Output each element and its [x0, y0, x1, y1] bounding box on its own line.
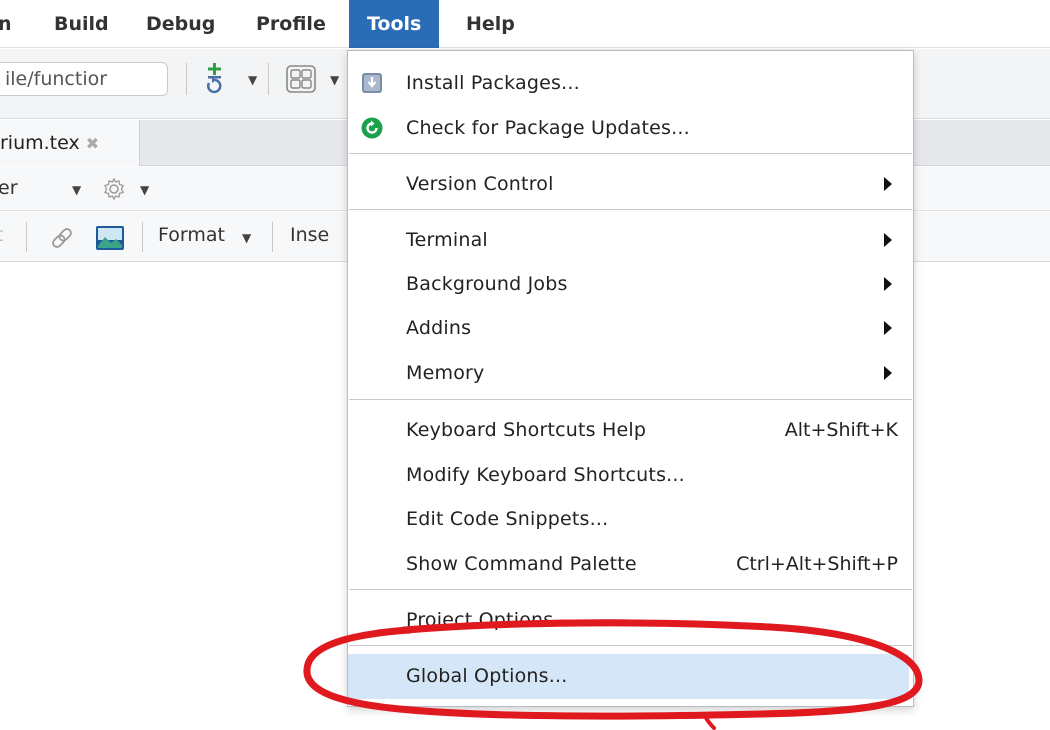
install-packages-icon	[362, 73, 382, 93]
menu-separator	[349, 209, 912, 210]
keyboard-shortcut: Ctrl+Alt+Shift+P	[736, 553, 898, 575]
submenu-arrow-icon	[884, 177, 892, 191]
package-updates-icon	[361, 117, 383, 139]
menu-item-label: Edit Code Snippets...	[406, 508, 609, 530]
menu-item-addins[interactable]: Addins	[349, 306, 912, 350]
menu-item-label: Install Packages...	[406, 72, 580, 94]
menu-item-label: Global Options...	[406, 665, 568, 687]
menu-item-label: Terminal	[406, 229, 488, 251]
menu-item-modify-keyboard-shortcuts[interactable]: Modify Keyboard Shortcuts...	[349, 453, 912, 497]
toolbar-divider	[272, 222, 273, 252]
gear-icon[interactable]	[102, 177, 126, 201]
menu-item-background-jobs[interactable]: Background Jobs	[349, 262, 912, 306]
chevron-down-icon[interactable]: ▼	[248, 73, 257, 87]
menu-tools[interactable]: Tools	[349, 0, 440, 48]
menu-item-label: Show Command Palette	[406, 553, 637, 575]
editor-tab[interactable]: rium.tex ✖	[0, 120, 140, 166]
menu-item-label: Background Jobs	[406, 273, 568, 295]
link-icon[interactable]	[48, 224, 76, 252]
menu-bar: n Build Debug Profile Tools Help	[0, 0, 1050, 48]
submenu-arrow-icon	[884, 233, 892, 247]
toolbar-divider	[26, 222, 27, 252]
grid-layout-icon[interactable]	[286, 65, 316, 93]
image-icon[interactable]	[95, 225, 125, 251]
keyboard-shortcut: Alt+Shift+K	[784, 419, 898, 441]
submenu-arrow-icon	[884, 321, 892, 335]
chevron-down-icon[interactable]: ▼	[242, 231, 251, 245]
chevron-down-icon[interactable]: ▼	[140, 183, 149, 197]
menu-item-label: Version Control	[406, 173, 554, 195]
menu-item-label: Check for Package Updates...	[406, 117, 690, 139]
toolbar-divider	[142, 222, 143, 252]
menu-item-memory[interactable]: Memory	[349, 351, 912, 395]
menu-item-edit-code-snippets[interactable]: Edit Code Snippets...	[349, 497, 912, 541]
menu-separator	[349, 399, 912, 400]
menu-item-global-options[interactable]: Global Options...	[348, 654, 909, 699]
menu-debug[interactable]: Debug	[146, 0, 215, 48]
menu-separator	[349, 153, 912, 154]
toolbar-divider	[268, 63, 269, 95]
tools-dropdown-menu: Install Packages... Check for Package Up…	[347, 50, 914, 707]
submenu-arrow-icon	[884, 277, 892, 291]
toolbar-divider	[186, 63, 187, 95]
menu-item-label: Keyboard Shortcuts Help	[406, 419, 647, 441]
tab-label: rium.tex	[0, 132, 80, 154]
menu-item-label: Project Options...	[406, 609, 573, 631]
menu-item-install-packages[interactable]: Install Packages...	[349, 61, 912, 105]
menu-item-keyboard-shortcuts-help[interactable]: Keyboard Shortcuts Help Alt+Shift+K	[349, 408, 912, 452]
menu-help[interactable]: Help	[466, 0, 515, 48]
go-to-file-input[interactable]: ile/functior	[0, 62, 168, 96]
editor-toolbar-label[interactable]: er	[0, 177, 18, 199]
partial-toolbar-item[interactable]: t	[0, 224, 3, 246]
menu-item-label: Memory	[406, 362, 485, 384]
chevron-down-icon[interactable]: ▼	[72, 183, 81, 197]
close-icon[interactable]: ✖	[86, 134, 99, 153]
submenu-arrow-icon	[884, 366, 892, 380]
menu-item-partial[interactable]: n	[0, 0, 12, 48]
menu-item-version-control[interactable]: Version Control	[349, 162, 912, 206]
menu-build[interactable]: Build	[54, 0, 109, 48]
build-icon[interactable]	[203, 61, 227, 97]
menu-separator	[349, 645, 912, 646]
chevron-down-icon[interactable]: ▼	[330, 73, 339, 87]
menu-item-show-command-palette[interactable]: Show Command Palette Ctrl+Alt+Shift+P	[349, 542, 912, 586]
menu-item-project-options[interactable]: Project Options...	[349, 598, 912, 642]
menu-item-label: Modify Keyboard Shortcuts...	[406, 464, 685, 486]
format-menu-button[interactable]: Format	[158, 224, 225, 246]
menu-item-check-package-updates[interactable]: Check for Package Updates...	[349, 106, 912, 150]
menu-item-label: Addins	[406, 317, 472, 339]
menu-item-terminal[interactable]: Terminal	[349, 218, 912, 262]
insert-menu-button[interactable]: Inse	[290, 224, 329, 246]
menu-separator	[349, 589, 912, 590]
menu-profile[interactable]: Profile	[256, 0, 326, 48]
